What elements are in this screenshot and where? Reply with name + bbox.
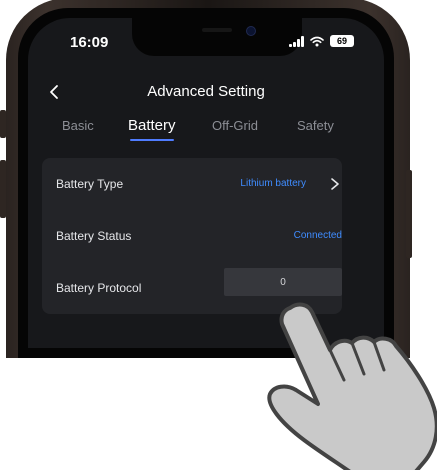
battery-status-label: Battery Status	[56, 229, 132, 243]
front-camera-icon	[246, 26, 256, 36]
battery-type-value: Lithium battery	[240, 178, 306, 189]
phone-side-button-right	[406, 170, 412, 258]
battery-settings-card: Battery Type Lithium battery Battery Sta…	[42, 158, 342, 314]
app-screen: 16:09 69 Advanced Setting Basic Battery …	[28, 18, 384, 348]
battery-type-label: Battery Type	[56, 177, 124, 191]
tab-off-grid[interactable]: Off-Grid	[212, 118, 258, 133]
battery-icon: 69	[330, 35, 354, 47]
phone-notch	[132, 18, 302, 56]
battery-protocol-label: Battery Protocol	[56, 281, 142, 295]
status-time: 16:09	[70, 34, 109, 51]
page-title: Advanced Setting	[147, 83, 265, 100]
pointing-hand-icon	[267, 302, 437, 470]
tab-safety[interactable]: Safety	[297, 118, 334, 133]
battery-status-row: Battery Status Connected	[42, 210, 342, 262]
wifi-icon	[310, 36, 324, 46]
status-icons: 69	[289, 35, 354, 47]
tab-off-grid-label: Off-Grid	[212, 118, 258, 133]
chevron-right-icon	[331, 178, 339, 190]
tab-basic[interactable]: Basic	[62, 118, 94, 133]
tab-basic-label: Basic	[62, 118, 94, 133]
speaker-grille	[202, 28, 232, 32]
active-tab-indicator	[130, 139, 174, 141]
battery-protocol-input[interactable]	[224, 268, 342, 296]
battery-status-value: Connected	[293, 230, 342, 241]
phone-side-button-left-top	[0, 110, 6, 138]
battery-type-row[interactable]: Battery Type Lithium battery	[42, 158, 342, 210]
tab-battery[interactable]: Battery	[128, 117, 176, 141]
nav-bar: Advanced Setting	[28, 80, 384, 104]
phone-side-button-left-bottom	[0, 160, 6, 218]
tab-bar: Basic Battery Off-Grid Safety	[28, 117, 384, 146]
signal-icon	[289, 35, 304, 47]
tab-battery-label: Battery	[128, 117, 176, 134]
tab-safety-label: Safety	[297, 118, 334, 133]
